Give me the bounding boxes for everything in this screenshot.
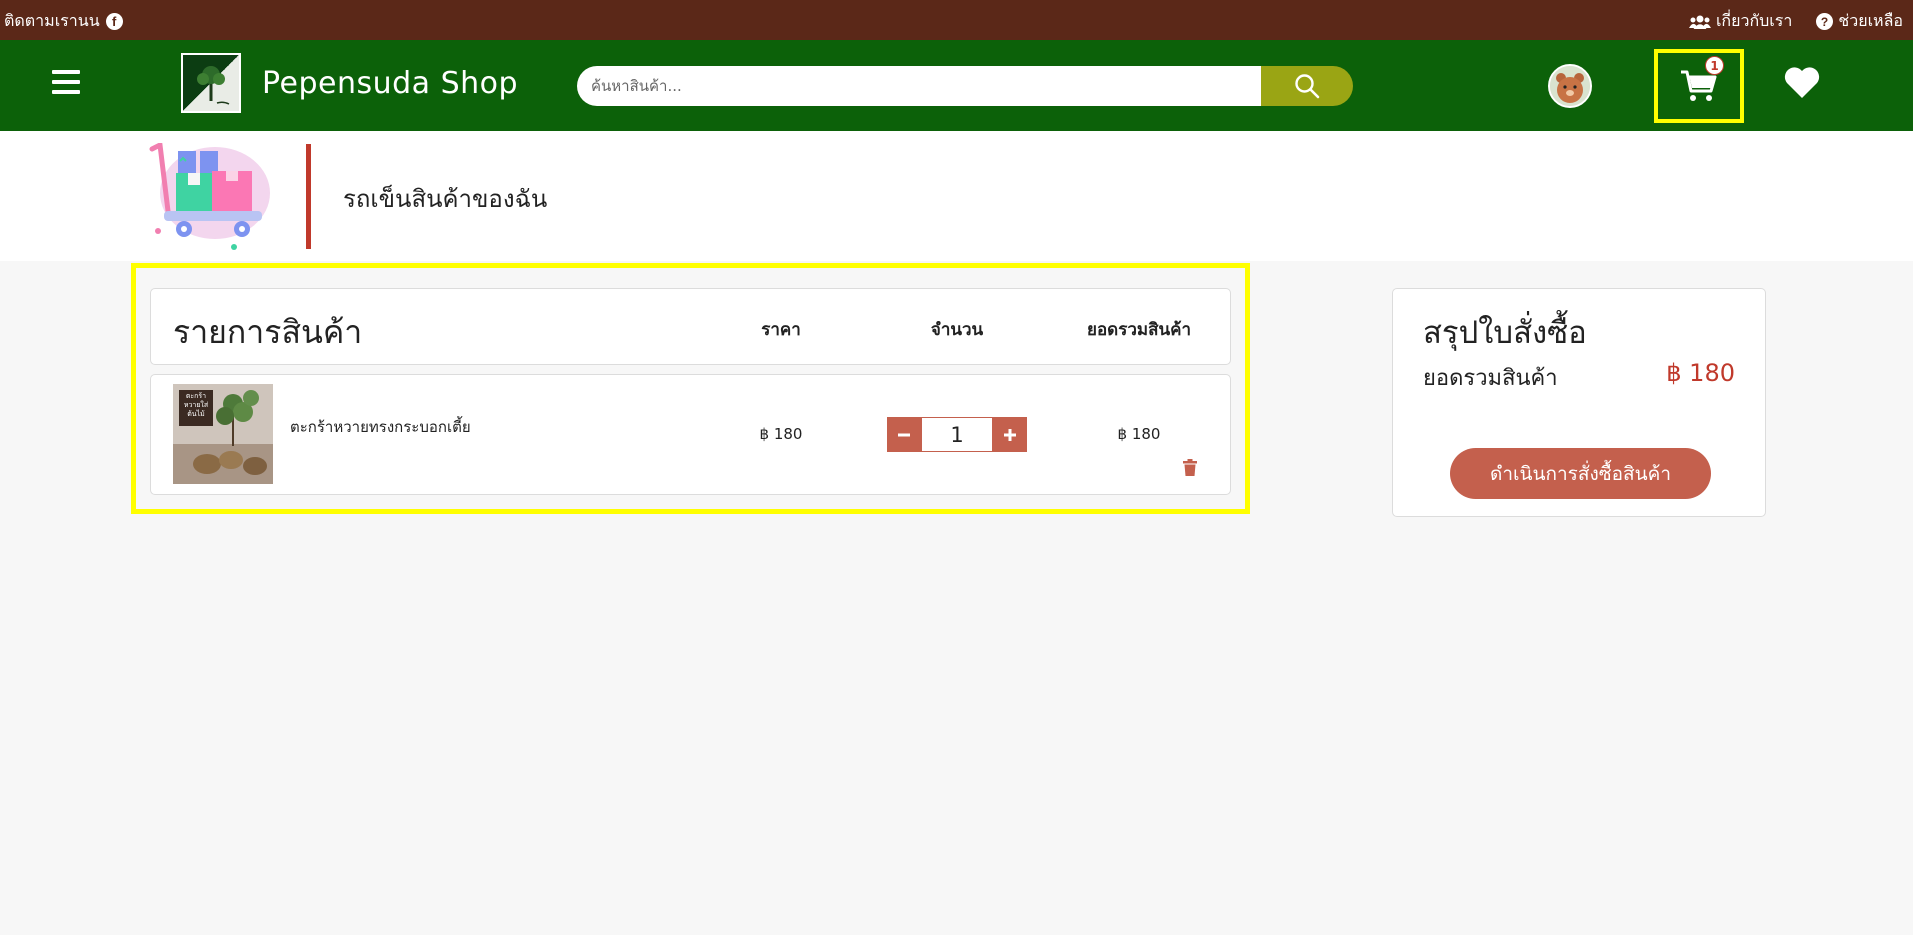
- user-avatar[interactable]: [1548, 64, 1592, 108]
- quantity-input[interactable]: [921, 417, 993, 452]
- help-link[interactable]: ? ช่วยเหลือ: [1816, 9, 1903, 34]
- help-label: ช่วยเหลือ: [1838, 11, 1903, 30]
- subtotal-label: ยอดรวมสินค้า: [1423, 366, 1558, 391]
- cart-illustration: [149, 143, 270, 250]
- total-column-header: ยอดรวมสินค้า: [1086, 320, 1192, 340]
- summary-title: สรุปใบสั่งซื้อ: [1423, 315, 1587, 351]
- menu-icon[interactable]: [52, 70, 84, 98]
- bear-avatar-icon: [1550, 66, 1590, 106]
- checkout-button[interactable]: ดำเนินการสั่งซื้อสินค้า: [1450, 448, 1711, 499]
- about-us-label: เกี่ยวกับเรา: [1715, 11, 1793, 30]
- tree-logo-icon: [197, 66, 230, 105]
- minus-icon: [898, 433, 910, 436]
- product-name[interactable]: ตะกร้าหวายทรงกระบอกเตี้ย: [290, 415, 471, 439]
- follow-us-label: ติดตามเรานน: [4, 11, 100, 30]
- plus-icon: [1004, 428, 1016, 441]
- search-button[interactable]: [1261, 66, 1353, 106]
- wishlist-heart-icon[interactable]: [1783, 66, 1821, 104]
- cart-list-panel: รายการสินค้า ราคา จำนวน ยอดรวมสินค้า ตะก…: [131, 263, 1250, 514]
- users-icon: [1688, 15, 1711, 29]
- title-divider: [306, 144, 311, 249]
- increase-quantity-button[interactable]: [993, 417, 1027, 452]
- facebook-icon[interactable]: f: [105, 13, 123, 30]
- search-bar: [577, 66, 1353, 106]
- product-price: ฿ 180: [759, 425, 803, 443]
- subtotal-value: ฿ 180: [1666, 359, 1735, 387]
- search-icon: [1295, 74, 1320, 99]
- quantity-stepper: [887, 417, 1027, 452]
- search-input[interactable]: [577, 66, 1263, 106]
- quantity-column-header: จำนวน: [930, 320, 984, 340]
- product-image[interactable]: ตะกร้าหวายใส่ต้นไม้: [173, 384, 273, 484]
- cart-heading: รายการสินค้า: [173, 313, 363, 351]
- svg-text:?: ?: [1821, 15, 1828, 29]
- product-total: ฿ 180: [1117, 425, 1161, 443]
- price-column-header: ราคา: [761, 320, 801, 340]
- page-title: รถเข็นสินค้าของฉัน: [343, 185, 548, 213]
- question-circle-icon: ?: [1816, 13, 1834, 30]
- decrease-quantity-button[interactable]: [887, 417, 921, 452]
- main-header: Pepensuda Shop 1: [0, 40, 1913, 131]
- product-image-caption: ตะกร้าหวายใส่ต้นไม้: [183, 392, 209, 418]
- shop-logo[interactable]: [181, 53, 241, 113]
- follow-us-link[interactable]: ติดตามเรานน f: [4, 9, 123, 34]
- page-banner: รถเข็นสินค้าของฉัน: [0, 131, 1913, 261]
- shop-name[interactable]: Pepensuda Shop: [262, 66, 518, 101]
- cart-button[interactable]: 1: [1654, 49, 1744, 123]
- trash-icon[interactable]: [1183, 459, 1197, 480]
- order-summary-panel: สรุปใบสั่งซื้อ ยอดรวมสินค้า ฿ 180 ดำเนิน…: [1392, 288, 1766, 517]
- cart-count-badge: 1: [1705, 56, 1724, 75]
- about-us-link[interactable]: เกี่ยวกับเรา: [1688, 9, 1793, 34]
- top-bar: ติดตามเรานน f เกี่ยวกับเรา ? ช่วยเหลือ: [0, 0, 1913, 40]
- cart-item-row: ตะกร้าหวายใส่ต้นไม้ ตะกร้าหวายทรงกระบอกเ…: [150, 374, 1231, 495]
- cart-list-header: รายการสินค้า ราคา จำนวน ยอดรวมสินค้า: [150, 288, 1231, 365]
